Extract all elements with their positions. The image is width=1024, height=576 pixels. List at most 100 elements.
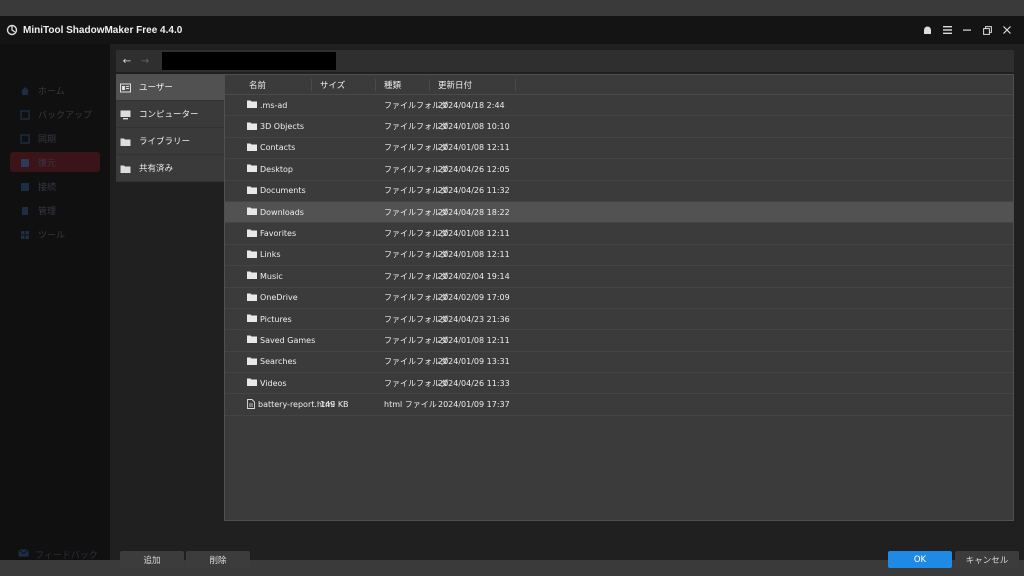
- folder-icon: [247, 100, 257, 110]
- sidebar-item-home[interactable]: ホーム: [10, 80, 100, 100]
- restore-icon[interactable]: [978, 16, 996, 44]
- sidebar-item-manage[interactable]: 管理: [10, 200, 100, 220]
- app-title: MiniTool ShadowMaker Free 4.4.0: [23, 24, 183, 36]
- file-row[interactable]: Links ファイルフォルダ 2024/01/08 12:11: [225, 245, 1013, 267]
- file-date: 2024/01/08 10:10: [438, 122, 510, 132]
- file-row[interactable]: OneDrive ファイルフォルダ 2024/02/09 17:09: [225, 288, 1013, 309]
- file-type: ファイルフォルダ: [384, 229, 448, 239]
- folder-icon: [247, 122, 257, 132]
- sidebar-item-label: 同期: [38, 133, 57, 144]
- file-name: .ms-ad: [260, 100, 288, 110]
- place-label: ユーザー: [139, 83, 173, 93]
- file-name-cell: Searches: [225, 357, 312, 367]
- file-row[interactable]: Favorites ファイルフォルダ 2024/01/08 12:11: [225, 223, 1013, 245]
- file-size: 149 KB: [320, 400, 349, 410]
- mail-icon: [18, 549, 29, 560]
- place-library[interactable]: ライブラリー: [116, 128, 224, 155]
- folder-icon: [247, 271, 257, 281]
- cancel-button[interactable]: キャンセル: [955, 551, 1019, 568]
- folder-icon: [247, 314, 257, 324]
- file-type: ファイルフォルダ: [384, 186, 448, 196]
- file-date: 2024/01/09 13:31: [438, 357, 510, 367]
- file-name-cell: Music: [225, 271, 312, 281]
- column-header-name[interactable]: 名前: [225, 78, 312, 91]
- folder-icon: [247, 229, 257, 239]
- file-type: ファイルフォルダ: [384, 293, 448, 303]
- sidebar-item-tools[interactable]: ツール: [10, 224, 100, 244]
- file-row[interactable]: Contacts ファイルフォルダ 2024/01/08 12:11: [225, 138, 1013, 160]
- sidebar-item-label: ホーム: [38, 85, 65, 96]
- delete-button[interactable]: 削除: [186, 551, 250, 568]
- place-computer[interactable]: コンピューター: [116, 101, 224, 128]
- back-arrow-icon[interactable]: ←: [120, 50, 134, 72]
- backup-icon: [20, 105, 30, 124]
- file-name-cell: OneDrive: [225, 293, 312, 303]
- column-header-type[interactable]: 種類: [376, 78, 430, 91]
- column-header-size[interactable]: サイズ: [312, 78, 376, 91]
- title-bar: MiniTool ShadowMaker Free 4.4.0: [0, 16, 1024, 44]
- file-date: 2024/01/08 12:11: [438, 229, 510, 239]
- file-row[interactable]: Music ファイルフォルダ 2024/02/04 19:14: [225, 266, 1013, 288]
- file-icon: [247, 398, 255, 411]
- file-type: ファイルフォルダ: [384, 122, 448, 132]
- file-name: Downloads: [260, 207, 304, 217]
- sidebar-item-label: バックアップ: [38, 109, 93, 120]
- forward-arrow-icon[interactable]: →: [138, 50, 152, 72]
- sidebar-item-restore[interactable]: 復元: [10, 152, 100, 172]
- place-label: コンピューター: [139, 110, 199, 120]
- file-name: Desktop: [260, 164, 293, 174]
- file-type: ファイルフォルダ: [384, 100, 448, 110]
- file-name-cell: Contacts: [225, 143, 312, 153]
- file-type: ファイルフォルダ: [384, 164, 448, 174]
- file-row[interactable]: battery-report.html 149 KB html ファイル 2024/0…: [225, 394, 1013, 416]
- file-row[interactable]: Desktop ファイルフォルダ 2024/04/26 12:05: [225, 159, 1013, 181]
- file-name: Music: [260, 271, 283, 281]
- file-row[interactable]: 3D Objects ファイルフォルダ 2024/01/08 10:10: [225, 116, 1013, 138]
- sidebar-item-connect[interactable]: 接続: [10, 176, 100, 196]
- file-row[interactable]: .ms-ad ファイルフォルダ 2024/04/18 2:44: [225, 95, 1013, 117]
- sidebar-item-sync[interactable]: 同期: [10, 128, 100, 148]
- close-icon[interactable]: [998, 16, 1016, 44]
- shared-folder-icon: [120, 159, 131, 178]
- places-panel: ユーザー コンピューター ライブラリー 共有済み: [116, 74, 224, 182]
- file-name: Searches: [260, 357, 297, 367]
- file-name: 3D Objects: [260, 122, 305, 132]
- file-row[interactable]: Pictures ファイルフォルダ 2024/04/23 21:36: [225, 309, 1013, 331]
- ok-button[interactable]: OK: [888, 551, 952, 568]
- file-type: ファイルフォルダ: [384, 271, 448, 281]
- column-header-date[interactable]: 更新日付: [430, 78, 516, 91]
- file-date: 2024/01/08 12:11: [438, 143, 510, 153]
- file-name: Contacts: [260, 143, 296, 153]
- file-row[interactable]: Videos ファイルフォルダ 2024/04/26 11:33: [225, 373, 1013, 395]
- file-row[interactable]: Saved Games ファイルフォルダ 2024/01/08 12:11: [225, 330, 1013, 352]
- file-name-cell: Pictures: [225, 314, 312, 324]
- user-folder-icon: [120, 78, 131, 97]
- connect-icon: [20, 177, 30, 196]
- account-icon[interactable]: [918, 16, 936, 44]
- minimize-icon[interactable]: [958, 16, 976, 44]
- file-date: 2024/02/09 17:09: [438, 293, 510, 303]
- sidebar-item-label: 復元: [38, 157, 57, 168]
- file-row[interactable]: Documents ファイルフォルダ 2024/04/26 11:32: [225, 181, 1013, 202]
- folder-icon: [247, 143, 257, 153]
- file-type: ファイルフォルダ: [384, 314, 448, 324]
- library-icon: [120, 132, 131, 151]
- add-button[interactable]: 追加: [120, 551, 184, 568]
- sidebar-item-backup[interactable]: バックアップ: [10, 104, 100, 124]
- file-name-cell: .ms-ad: [225, 100, 312, 110]
- place-users[interactable]: ユーザー: [116, 74, 224, 101]
- feedback-link[interactable]: フィードバック: [18, 548, 98, 561]
- path-input[interactable]: [162, 52, 336, 70]
- file-type: ファイルフォルダ: [384, 378, 448, 388]
- place-shared[interactable]: 共有済み: [116, 155, 224, 182]
- path-bar: ← →: [116, 50, 1014, 72]
- folder-icon: [247, 357, 257, 367]
- file-list-header: 名前 サイズ 種類 更新日付: [225, 75, 1013, 95]
- file-row[interactable]: Downloads ファイルフォルダ 2024/04/28 18:22: [225, 201, 1013, 224]
- file-date: 2024/04/26 11:32: [438, 186, 510, 196]
- file-row[interactable]: Searches ファイルフォルダ 2024/01/09 13:31: [225, 352, 1013, 374]
- computer-icon: [120, 105, 131, 124]
- menu-icon[interactable]: [938, 16, 956, 44]
- folder-icon: [247, 250, 257, 260]
- file-date: 2024/04/18 2:44: [438, 100, 505, 110]
